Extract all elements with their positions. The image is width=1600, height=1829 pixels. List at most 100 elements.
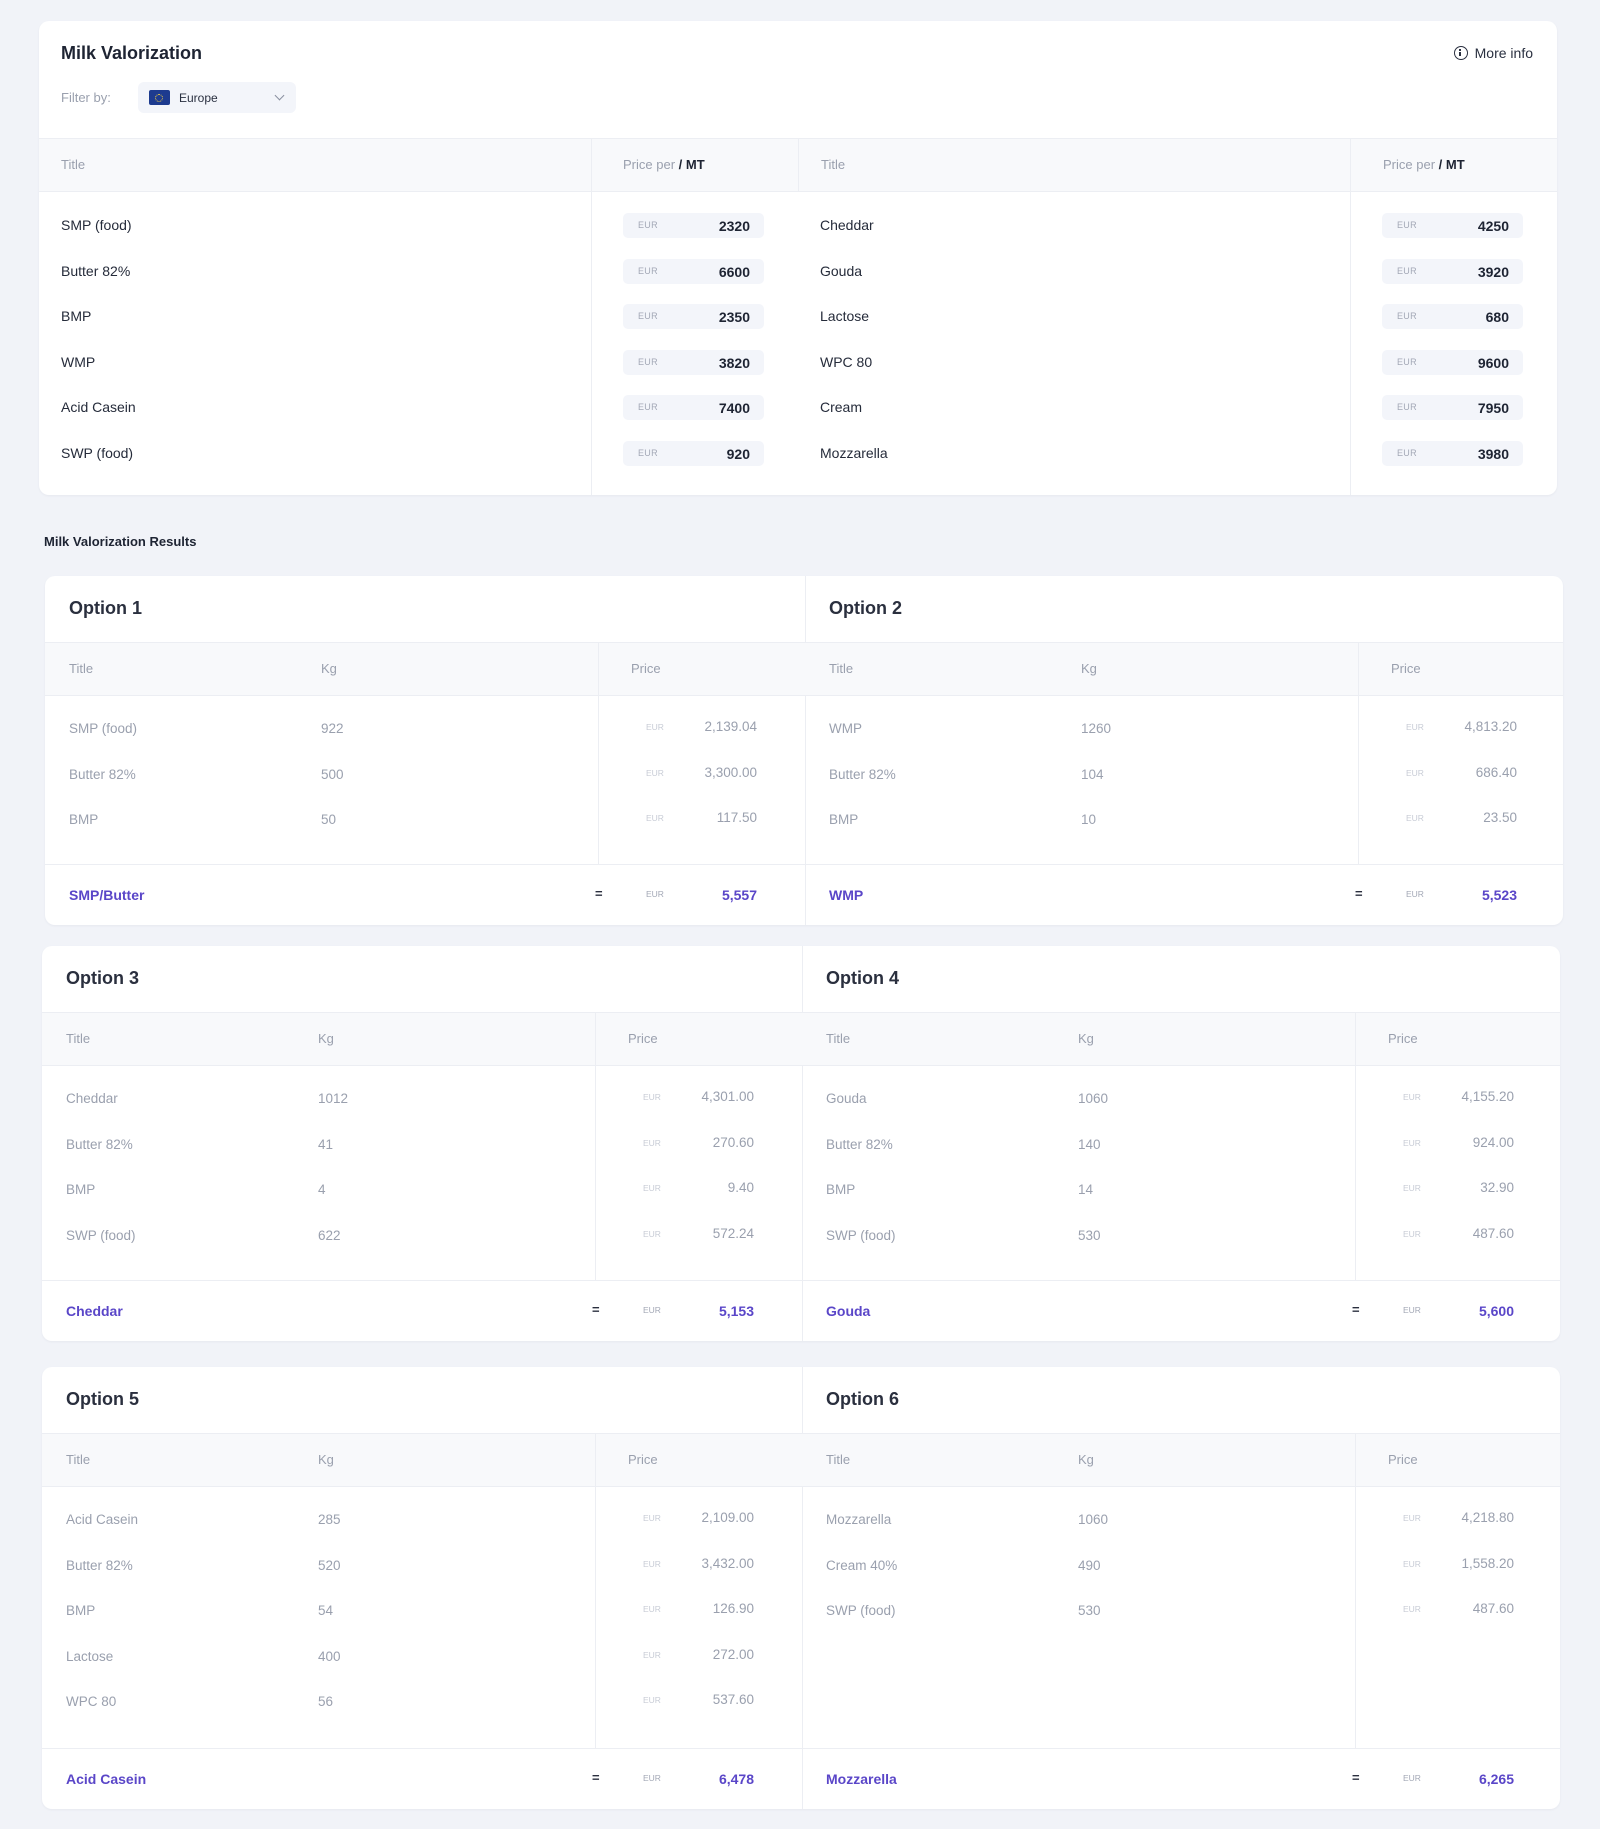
kg-value: 490 — [1078, 1557, 1101, 1573]
product-name: WPC 80 — [820, 353, 873, 370]
price-value: 924.00 — [1472, 1134, 1514, 1150]
price-input[interactable]: EUR 2350 — [623, 304, 764, 329]
more-info-link[interactable]: More info — [1453, 45, 1533, 61]
currency-label: EUR — [643, 1513, 661, 1523]
product-name: SWP (food) — [61, 444, 134, 461]
currency-label: EUR — [1397, 447, 1417, 458]
product-name: BMP — [61, 308, 92, 324]
total-value: 5,153 — [718, 1303, 754, 1319]
column-header-title: Title — [826, 1031, 851, 1046]
price-input[interactable]: EUR 920 — [623, 440, 764, 466]
equals-sign: = — [1352, 1302, 1360, 1317]
currency-label: EUR — [638, 265, 658, 276]
product-name: Acid Casein — [66, 1512, 139, 1527]
price-row: Lactose EUR 680 — [798, 304, 1557, 350]
table-row: Butter 82% 500 EUR 3,300.00 — [45, 762, 805, 808]
option-card: Option 3 Title Kg Price Cheddar 1012 EUR 4,301.… — [42, 946, 802, 1341]
option-title: Option 1 — [69, 598, 142, 618]
eu-flag-icon — [149, 90, 170, 105]
price-value: 2,139.04 — [704, 719, 757, 734]
price-value: 4,301.00 — [701, 1089, 754, 1104]
option-title: Option 6 — [826, 1389, 899, 1409]
table-row: Butter 82% 104 EUR 686.40 — [805, 762, 1563, 808]
product-name: BMP — [69, 812, 99, 827]
column-header-kg: Kg — [321, 661, 337, 676]
price-row: Acid Casein EUR 7400 — [39, 395, 798, 441]
option-table-header: Title Kg Price — [45, 642, 805, 696]
info-icon — [1453, 46, 1468, 60]
currency-label: EUR — [638, 220, 658, 230]
column-header-price: Price — [628, 1452, 658, 1467]
currency-label: EUR — [646, 767, 664, 778]
option-table-header: Title Kg Price — [802, 1433, 1560, 1487]
option-table-body: Mozzarella 1060 EUR 4,218.80 Cream 40% 490 EUR… — [802, 1507, 1560, 1644]
more-info-label: More info — [1474, 45, 1533, 61]
price-input[interactable]: EUR 680 — [1382, 304, 1523, 329]
page-title: Milk Valorization — [61, 43, 203, 63]
table-row: WPC 80 56 EUR 537.60 — [42, 1689, 802, 1735]
kg-value: 10 — [1081, 812, 1097, 827]
price-row: Mozzarella EUR 3980 — [798, 440, 1557, 487]
price-input[interactable]: EUR 3920 — [1382, 258, 1523, 284]
price-input[interactable]: EUR 7950 — [1382, 395, 1523, 420]
product-name: Butter 82% — [66, 1136, 133, 1152]
currency-label: EUR — [1397, 220, 1417, 230]
option-card: Option 5 Title Kg Price Acid Casein 285 EUR 2,1… — [42, 1367, 802, 1809]
kg-value: 520 — [318, 1557, 341, 1573]
price-input[interactable]: EUR 9600 — [1382, 349, 1523, 375]
price-input[interactable]: EUR 7400 — [623, 395, 764, 420]
currency-label: EUR — [1406, 722, 1424, 732]
product-name: SMP (food) — [61, 217, 132, 233]
option-table-header: Title Kg Price — [42, 1012, 802, 1066]
milk-valorization-panel: Milk Valorization More info Filter by: E… — [39, 21, 1557, 495]
price-row: WMP EUR 3820 — [39, 349, 798, 396]
product-name: SWP (food) — [826, 1227, 896, 1243]
product-name: Butter 82% — [69, 766, 136, 782]
kg-value: 1012 — [318, 1091, 349, 1106]
table-row: SWP (food) 530 EUR 487.60 — [802, 1598, 1560, 1644]
total-value: 6,265 — [1478, 1771, 1514, 1787]
price-value: 3820 — [718, 354, 750, 371]
total-label: WMP — [829, 887, 864, 903]
price-input[interactable]: EUR 4250 — [1382, 213, 1523, 238]
currency-label: EUR — [1397, 356, 1417, 367]
option-card-pair: Option 5 Title Kg Price Acid Casein 285 EUR 2,1… — [42, 1367, 1560, 1809]
product-name: Gouda — [826, 1091, 867, 1106]
kg-value: 922 — [321, 721, 344, 736]
column-header-price: Price — [1388, 1031, 1418, 1046]
product-name: WMP — [829, 721, 862, 736]
price-value: 3,432.00 — [701, 1555, 754, 1571]
product-name: Cream — [820, 399, 863, 415]
price-value: 2,109.00 — [701, 1510, 754, 1525]
kg-value: 104 — [1081, 766, 1104, 782]
price-input[interactable]: EUR 6600 — [623, 258, 764, 284]
product-name: Butter 82% — [829, 766, 896, 782]
price-table-right: Title Price per / MT Cheddar EUR 4250 Gouda… — [798, 138, 1557, 495]
price-input[interactable]: EUR 3820 — [623, 349, 764, 375]
total-label: Cheddar — [66, 1303, 123, 1319]
price-value: 2320 — [718, 218, 750, 234]
price-value: 537.60 — [712, 1692, 754, 1707]
price-value: 572.24 — [712, 1225, 754, 1241]
option-table-body: Acid Casein 285 EUR 2,109.00 Butter 82% 520 EU… — [42, 1507, 802, 1735]
total-label: SMP/Butter — [69, 887, 145, 903]
region-filter-dropdown[interactable]: Europe — [138, 82, 296, 113]
price-input[interactable]: EUR 2320 — [623, 213, 764, 238]
product-name: Cheddar — [66, 1091, 118, 1106]
price-value: 32.90 — [1480, 1180, 1514, 1195]
column-header-title: Title — [66, 1031, 91, 1046]
price-value: 3920 — [1477, 263, 1509, 280]
price-input[interactable]: EUR 3980 — [1382, 440, 1523, 466]
price-value: 23.50 — [1483, 810, 1517, 825]
price-table-header: Title Price per / MT — [39, 138, 798, 192]
currency-label: EUR — [643, 1137, 661, 1148]
price-value: 7950 — [1477, 400, 1509, 416]
option-card: Option 6 Title Kg Price Mozzarella 1060 EUR 4,2… — [802, 1367, 1560, 1809]
column-header-price: Price per / MT — [1383, 157, 1465, 172]
product-name: Lactose — [820, 308, 870, 324]
product-name: SMP (food) — [69, 721, 138, 736]
option-total-row: Cheddar = EUR 5,153 — [42, 1280, 802, 1341]
table-row: Butter 82% 41 EUR 270.60 — [42, 1132, 802, 1178]
kg-value: 54 — [318, 1603, 334, 1618]
product-name: Mozzarella — [820, 444, 888, 461]
